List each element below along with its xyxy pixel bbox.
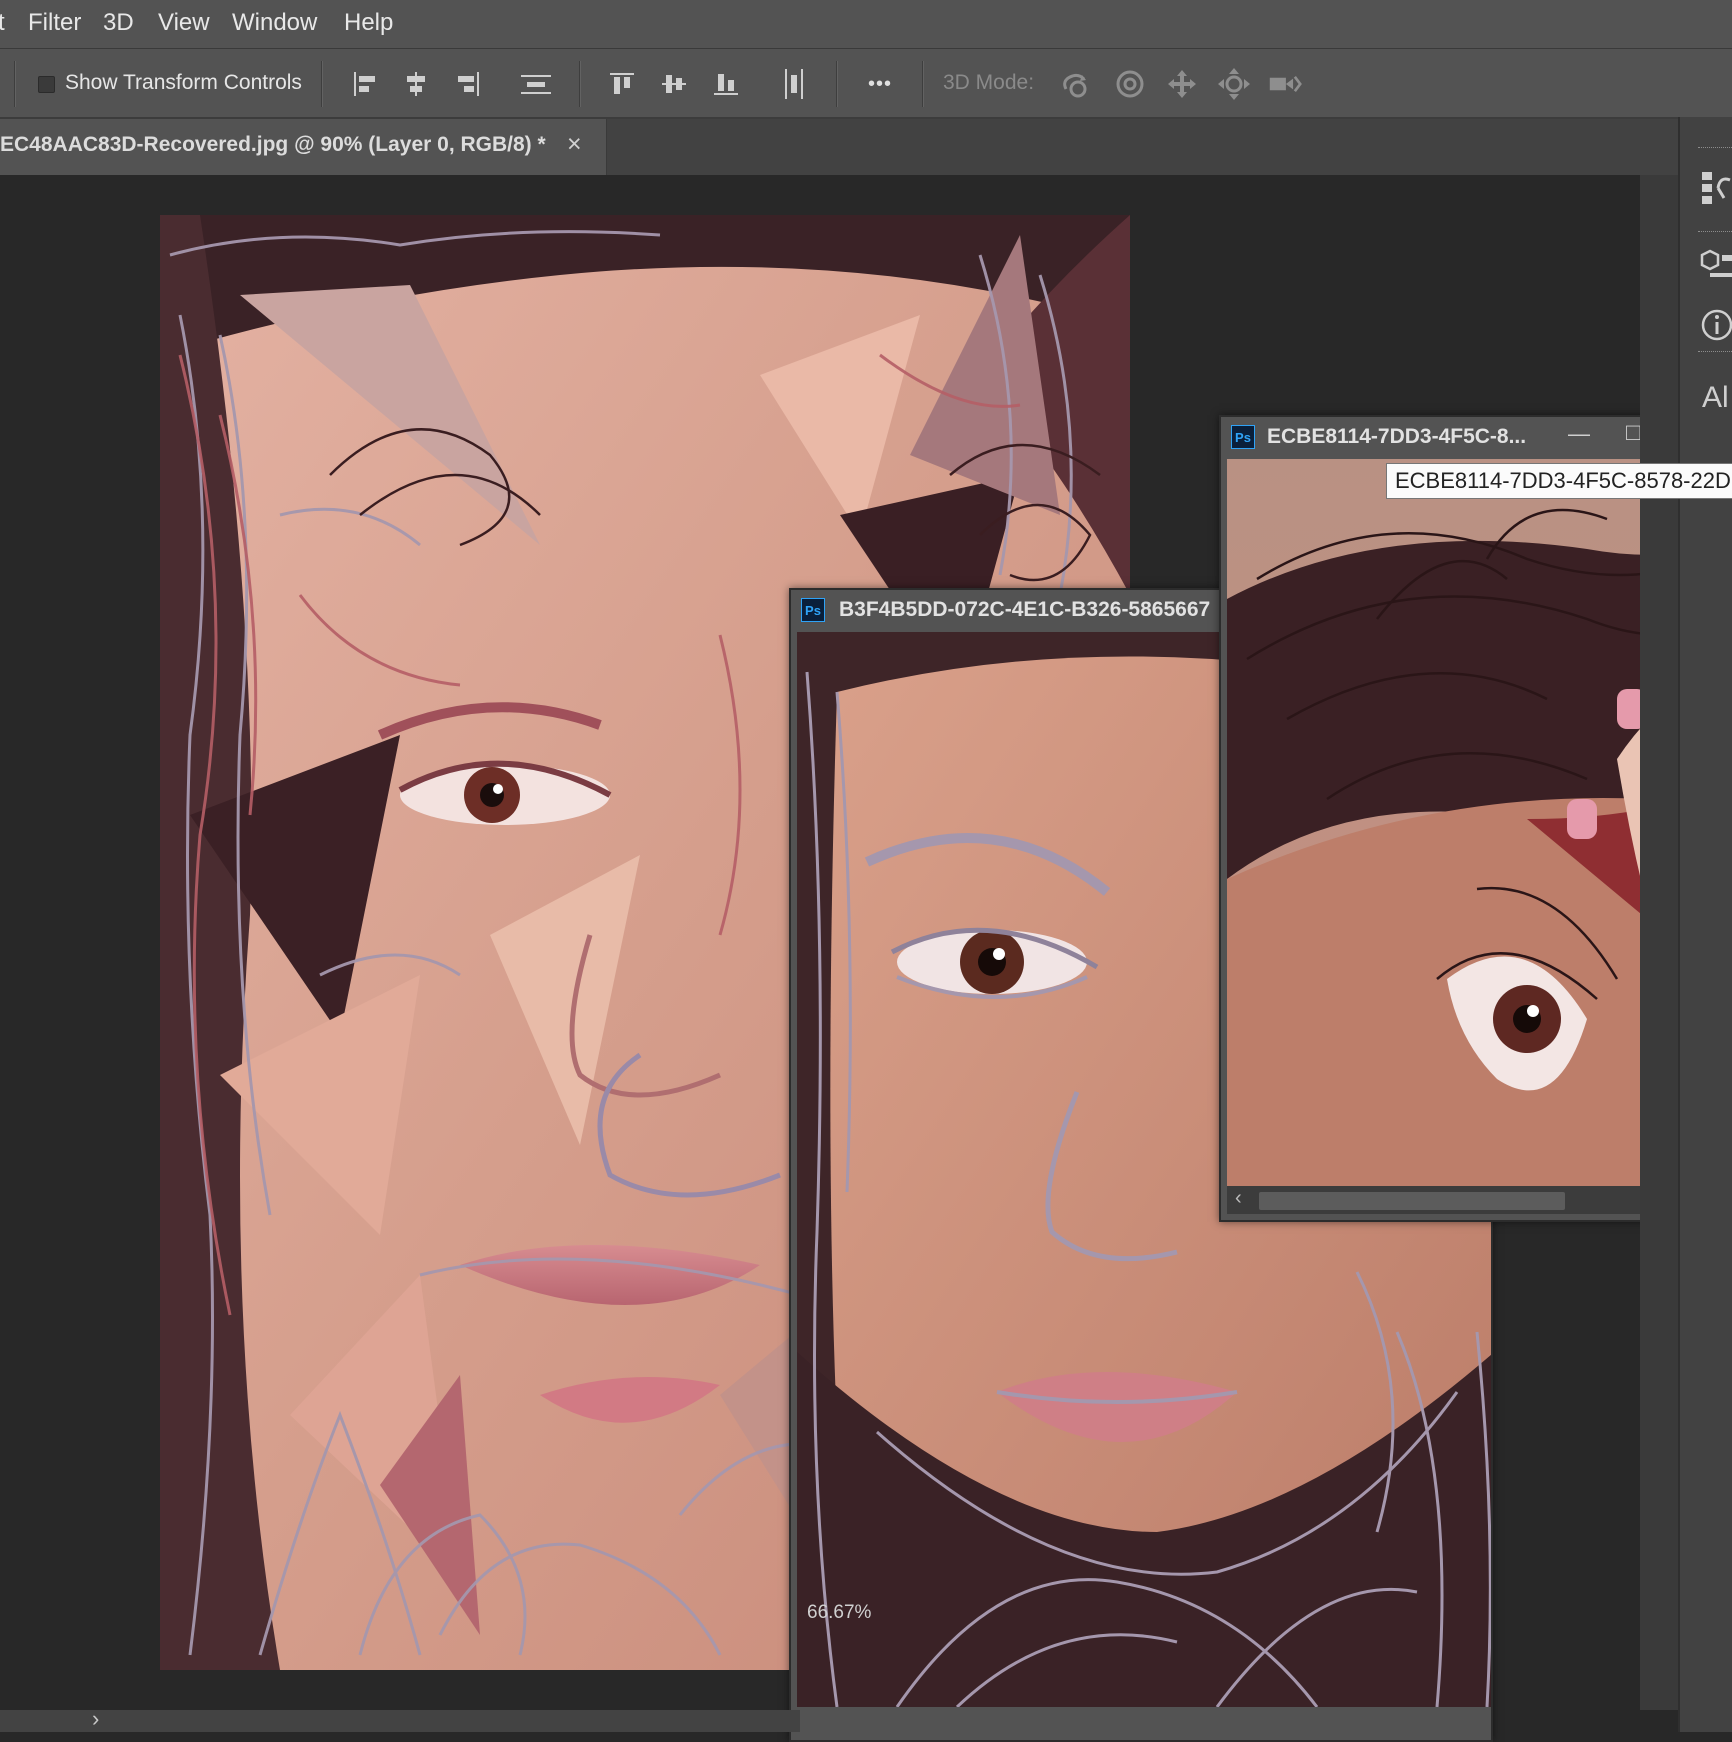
document-tab-bar: EC48AAC83D-Recovered.jpg @ 90% (Layer 0,… <box>0 119 1678 175</box>
align-hcenter-icon[interactable] <box>399 67 433 101</box>
options-bar: Show Transform Controls ••• 3D Mode: <box>0 49 1732 119</box>
minimize-icon[interactable]: — <box>1568 421 1590 447</box>
scrollbar-thumb[interactable] <box>1259 1192 1565 1210</box>
show-transform-controls-label[interactable]: Show Transform Controls <box>65 71 302 95</box>
tab-close-icon[interactable]: × <box>567 130 582 159</box>
align-right-icon[interactable] <box>451 67 485 101</box>
distribute-horizontal-icon[interactable] <box>519 67 553 101</box>
panel-grip[interactable] <box>1698 147 1732 152</box>
3d-layers-icon[interactable] <box>1700 245 1732 285</box>
3d-mode-label: 3D Mode: <box>943 71 1035 94</box>
scroll-left-icon[interactable]: ‹ <box>1235 1187 1242 1210</box>
roll-3d-icon[interactable] <box>1113 67 1147 101</box>
slide-3d-icon[interactable] <box>1217 67 1251 101</box>
separator <box>579 61 580 107</box>
align-vcenter-icon[interactable] <box>657 67 691 101</box>
photoshop-icon: Ps <box>801 598 825 622</box>
panel-grip[interactable] <box>1698 351 1732 356</box>
maximize-icon[interactable]: □ <box>1626 419 1641 447</box>
right-panel-dock: Al <box>1678 117 1732 1732</box>
document-tab-title[interactable]: EC48AAC83D-Recovered.jpg @ 90% (Layer 0,… <box>0 133 546 157</box>
separator <box>836 61 837 107</box>
separator <box>922 61 923 107</box>
status-expand-icon[interactable]: › <box>92 1706 99 1732</box>
separator <box>14 61 15 107</box>
photoshop-icon: Ps <box>1231 425 1255 449</box>
panel-grip[interactable] <box>1698 231 1732 236</box>
window-title-tooltip: ECBE8114-7DD3-4F5C-8578-22D <box>1386 463 1732 499</box>
document-tab[interactable]: EC48AAC83D-Recovered.jpg @ 90% (Layer 0,… <box>0 119 607 175</box>
window-title: ECBE8114-7DD3-4F5C-8... <box>1267 425 1527 448</box>
window-title: B3F4B5DD-072C-4E1C-B326-5865667 <box>839 598 1211 621</box>
pan-3d-icon[interactable] <box>1165 67 1199 101</box>
more-options-button[interactable]: ••• <box>862 67 898 101</box>
scale-3d-icon[interactable] <box>1268 67 1302 101</box>
menu-item-3d[interactable]: 3D <box>103 9 134 37</box>
panel-partial-label[interactable]: Al <box>1702 381 1729 415</box>
distribute-vertical-icon[interactable] <box>777 67 811 101</box>
align-bottom-icon[interactable] <box>709 67 743 101</box>
vertical-scrollbar[interactable] <box>1640 175 1678 1710</box>
history-icon[interactable] <box>1700 167 1732 207</box>
align-left-icon[interactable] <box>348 67 382 101</box>
menu-item-file[interactable]: t <box>0 9 5 37</box>
status-bar: › <box>0 1706 800 1732</box>
zoom-level[interactable]: 66.67% <box>807 1602 871 1624</box>
separator <box>321 61 322 107</box>
align-top-icon[interactable] <box>605 67 639 101</box>
menu-bar: t Filter 3D View Window Help <box>0 0 1732 49</box>
menu-item-view[interactable]: View <box>158 9 210 37</box>
info-icon[interactable] <box>1700 305 1732 345</box>
show-transform-controls-checkbox[interactable] <box>38 76 55 93</box>
orbit-3d-icon[interactable] <box>1060 67 1094 101</box>
menu-item-help[interactable]: Help <box>344 9 393 37</box>
menu-item-window[interactable]: Window <box>232 9 317 37</box>
menu-item-filter[interactable]: Filter <box>28 9 81 37</box>
canvas-area[interactable]: Ps B3F4B5DD-072C-4E1C-B326-5865667 66.67… <box>0 175 1732 1742</box>
